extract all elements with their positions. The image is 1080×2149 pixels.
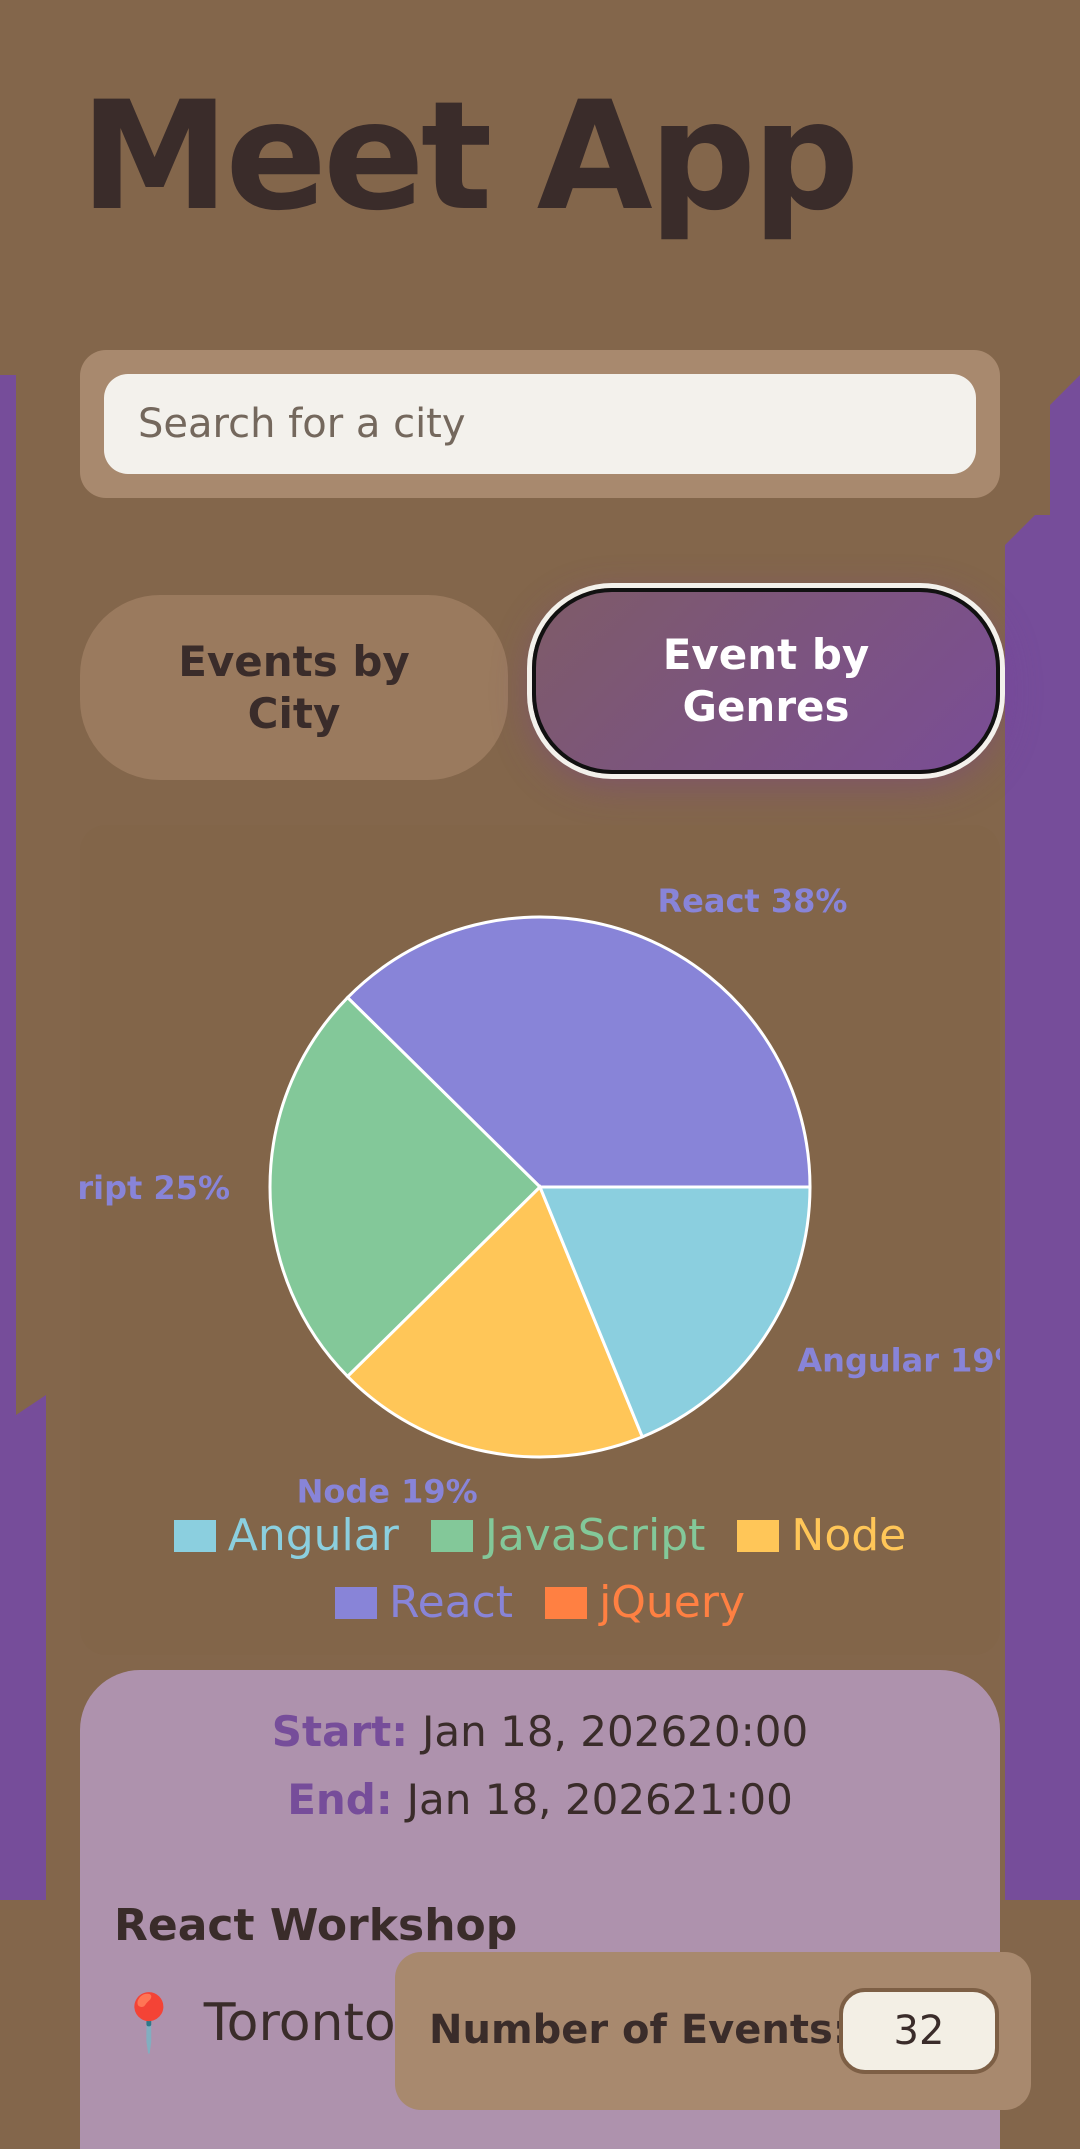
legend-label-angular: Angular [227, 1510, 399, 1561]
pie-label-javascript: JavaScript 25% [80, 1169, 230, 1207]
number-of-events-label: Number of Events: [429, 2007, 849, 2053]
event-location-text: Toronto, [203, 1993, 413, 2053]
left-decorative-strip [0, 375, 46, 2095]
legend-item-jquery[interactable]: jQuery [545, 1577, 745, 1628]
event-end-value: Jan 18, 202621:00 [406, 1775, 793, 1824]
legend-swatch-javascript [430, 1519, 473, 1552]
tab-event-by-genres[interactable]: Event by Genres [532, 588, 1000, 774]
tab-event-by-genres-label: Event by Genres [662, 630, 870, 731]
left-decorative-gap [0, 1900, 46, 2100]
legend-label-react: React [388, 1577, 514, 1628]
legend-item-javascript[interactable]: JavaScript [430, 1510, 706, 1561]
legend-swatch-angular [173, 1519, 216, 1552]
number-of-events-container: Number of Events: [395, 1952, 1031, 2110]
legend-label-javascript: JavaScript [484, 1510, 706, 1561]
legend-item-angular[interactable]: Angular [173, 1510, 399, 1561]
right-decorative-strip [1005, 375, 1080, 1900]
city-search-input[interactable] [104, 374, 976, 474]
right-decorative-gap [1035, 1900, 1080, 2149]
pie-label-angular: Angular 19% [797, 1342, 1000, 1380]
legend-swatch-react [334, 1586, 377, 1619]
city-search-container [80, 350, 1000, 498]
event-end-label: End: [287, 1775, 393, 1824]
event-start-value: Jan 18, 202620:00 [422, 1707, 809, 1756]
tab-events-by-city[interactable]: Events by City [80, 595, 508, 780]
legend-item-node[interactable]: Node [737, 1510, 906, 1561]
tab-events-by-city-label: Events by City [178, 636, 410, 738]
chart-legend: Angular JavaScript Node React jQuery [80, 1510, 1000, 1628]
event-title: React Workshop [114, 1900, 518, 1951]
genre-pie-chart: React 38% JavaScript 25% Node 19% Angular 1… [80, 882, 1000, 1505]
number-of-events-input[interactable] [839, 1988, 999, 2074]
app-title: Meet App [80, 70, 859, 244]
event-end-row: End: Jan 18, 202621:00 [80, 1775, 1000, 1824]
location-pin-icon: 📍 [114, 1991, 184, 2056]
pie-label-node: Node 19% [297, 1473, 478, 1505]
legend-swatch-node [737, 1519, 780, 1552]
event-start-row: Start: Jan 18, 202620:00 [80, 1707, 1000, 1756]
pie-label-react: React 38% [658, 882, 848, 920]
legend-item-react[interactable]: React [334, 1577, 514, 1628]
legend-label-jquery: jQuery [599, 1577, 746, 1628]
legend-swatch-jquery [545, 1586, 588, 1619]
event-location: 📍 Toronto, [114, 1990, 412, 2056]
legend-label-node: Node [791, 1510, 907, 1561]
event-start-label: Start: [271, 1707, 409, 1756]
